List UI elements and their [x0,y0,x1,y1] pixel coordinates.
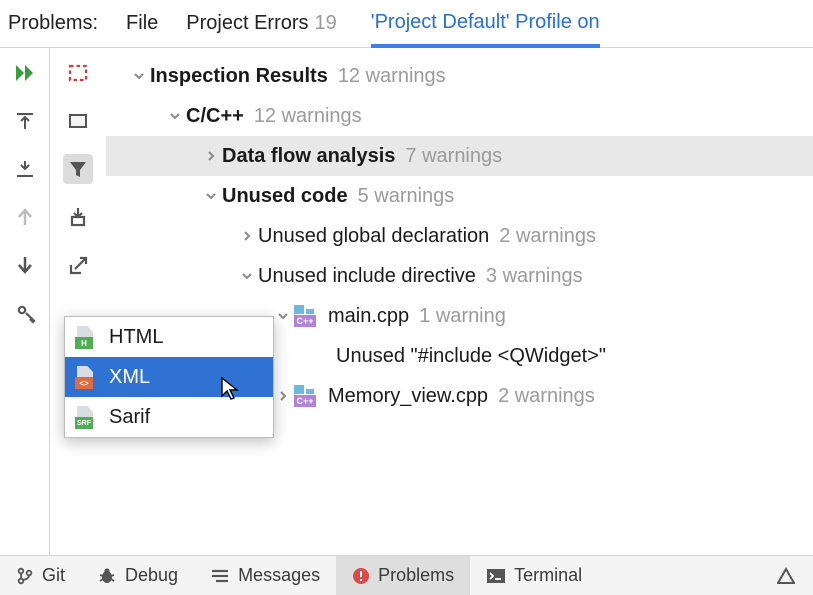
triangle-icon [777,567,795,585]
status-label: Messages [238,565,320,586]
bug-icon [97,567,117,585]
status-messages[interactable]: Messages [194,556,336,595]
popup-label: HTML [109,326,163,349]
cpp-file-icon: C++ [294,305,320,327]
error-icon [352,567,370,585]
import-button[interactable] [63,202,93,232]
problems-tabbar: Problems: File Project Errors 19 'Projec… [0,0,813,48]
status-label: Debug [125,565,178,586]
tree-root[interactable]: Inspection Results 12 warnings [106,56,813,96]
status-label: Git [42,565,65,586]
tree-label: Inspection Results [150,65,328,88]
chevron-right-icon[interactable] [236,230,258,242]
status-terminal[interactable]: Terminal [470,556,598,595]
tree-label: Memory_view.cpp [328,385,488,408]
inspection-tree[interactable]: Inspection Results 12 warnings C/C++ 12 … [106,48,813,555]
popup-label: XML [109,366,150,389]
chevron-down-icon[interactable] [128,70,150,82]
tree-node-cpp[interactable]: C/C++ 12 warnings [106,96,813,136]
xml-file-icon: <> [75,366,97,388]
git-branch-icon [16,567,34,585]
expand-all-button[interactable] [10,106,40,136]
prev-button[interactable] [10,202,40,232]
tree-count: 12 warnings [254,105,362,128]
status-label: Terminal [514,565,582,586]
settings-button[interactable] [10,298,40,328]
tree-label: Data flow analysis [222,145,395,168]
tree-count: 1 warning [419,305,506,328]
filter-button[interactable] [63,154,93,184]
popup-label: Sarif [109,406,150,429]
export-html[interactable]: H HTML [65,317,273,357]
tree-label: Unused global declaration [258,225,489,248]
tree-label: Unused code [222,185,348,208]
tree-label: C/C++ [186,105,244,128]
problems-label: Problems: [8,0,98,47]
chevron-down-icon[interactable] [236,270,258,282]
toolbar-left [0,48,50,555]
tree-label: main.cpp [328,305,409,328]
status-git[interactable]: Git [0,556,81,595]
tree-node-unused-global[interactable]: Unused global declaration 2 warnings [106,216,813,256]
chevron-right-icon[interactable] [272,390,294,402]
status-debug[interactable]: Debug [81,556,194,595]
tab-project-errors[interactable]: Project Errors 19 [186,0,337,47]
toolbar-right [50,48,106,555]
status-bar: Git Debug Messages Problems Terminal [0,555,813,595]
export-sarif[interactable]: SRF Sarif [65,397,273,437]
rerun-button[interactable] [10,58,40,88]
sarif-file-icon: SRF [75,406,97,428]
html-file-icon: H [75,326,97,348]
highlight-button[interactable] [63,58,93,88]
messages-icon [210,568,230,584]
chevron-down-icon[interactable] [200,190,222,202]
tree-count: 3 warnings [486,265,583,288]
tree-node-unused-include[interactable]: Unused include directive 3 warnings [106,256,813,296]
tree-count: 2 warnings [498,385,595,408]
tree-count: 12 warnings [338,65,446,88]
tree-node-data-flow[interactable]: Data flow analysis 7 warnings [106,136,813,176]
export-xml[interactable]: <> XML [65,357,273,397]
chevron-down-icon[interactable] [272,310,294,322]
group-button[interactable] [63,106,93,136]
next-button[interactable] [10,250,40,280]
export-popup: H HTML <> XML SRF Sarif [64,316,274,438]
chevron-right-icon[interactable] [200,150,222,162]
tree-label: Unused include directive [258,265,476,288]
status-problems[interactable]: Problems [336,556,470,595]
chevron-down-icon[interactable] [164,110,186,122]
cpp-file-icon: C++ [294,385,320,407]
tab-file[interactable]: File [126,0,158,47]
tree-count: 2 warnings [499,225,596,248]
terminal-icon [486,568,506,584]
status-label: Problems [378,565,454,586]
tree-count: 5 warnings [358,185,455,208]
status-build[interactable] [761,556,813,595]
tab-inspection-profile[interactable]: 'Project Default' Profile on [371,1,600,48]
tree-count: 7 warnings [405,145,502,168]
collapse-all-button[interactable] [10,154,40,184]
tree-label: Unused "#include <QWidget>" [336,345,606,368]
tree-node-unused-code[interactable]: Unused code 5 warnings [106,176,813,216]
export-button[interactable] [63,250,93,280]
